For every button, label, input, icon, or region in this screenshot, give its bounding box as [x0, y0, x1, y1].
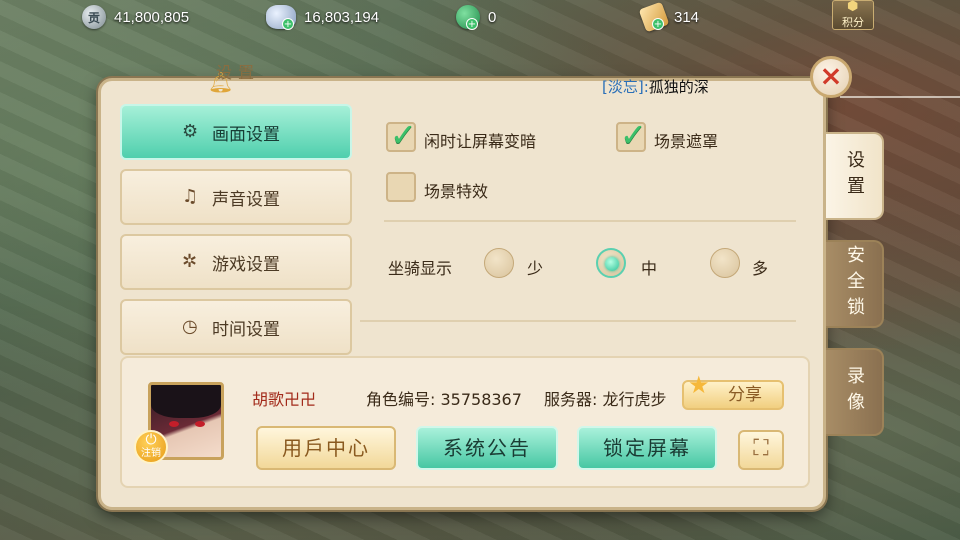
share-button[interactable]: ★ 分享	[682, 372, 784, 410]
tab-settings[interactable]: 设置	[826, 132, 884, 220]
server-name: 服务器: 龙行虎步	[544, 390, 667, 409]
ticket-value: 314	[674, 8, 700, 26]
announcement-button[interactable]: 系统公告	[416, 426, 558, 470]
menu-item-game-settings[interactable]: ✲ 游戏设置	[120, 234, 352, 290]
chat-text: 孤独的深	[648, 78, 709, 96]
clock-icon: ◷	[182, 316, 198, 337]
star-icon: ★	[688, 371, 710, 399]
close-button[interactable]: ×	[810, 56, 852, 98]
copper-coin-resource[interactable]: 贡 41,800,805	[82, 4, 189, 30]
scan-button[interactable]: ⛶	[738, 430, 784, 470]
dim-when-idle-checkbox[interactable]: ✓	[386, 116, 417, 154]
jade-value: 0	[488, 8, 497, 26]
menu-item-label: 声音设置	[212, 189, 280, 210]
mount-display-many-radio[interactable]	[710, 248, 740, 278]
scene-occlusion-label: 场景遮罩	[654, 132, 719, 151]
logout-button[interactable]: ⏻ 注销	[134, 430, 168, 464]
mount-display-medium-radio[interactable]	[596, 248, 626, 278]
checkmark-icon: ✓	[620, 116, 647, 154]
tab-security-lock[interactable]: 安全锁	[826, 240, 884, 328]
menu-item-label: 画面设置	[212, 124, 280, 145]
chat-message: [淡忘]:孤独的深	[602, 76, 709, 97]
mount-display-few-label: 少	[527, 259, 544, 278]
resource-bar: 贡 41,800,805 + 16,803,194 + 0 + 314 积分	[0, 0, 960, 34]
copper-coin-value: 41,800,805	[114, 8, 190, 26]
user-center-button[interactable]: 用戶中心	[256, 426, 396, 470]
jade-resource[interactable]: + 0	[456, 4, 496, 30]
decorative-line	[840, 96, 960, 98]
checkmark-icon: ✓	[390, 116, 417, 154]
scene-effects-label: 场景特效	[424, 182, 489, 201]
silver-resource[interactable]: + 16,803,194	[266, 4, 379, 30]
mount-display-medium-label: 中	[641, 259, 658, 278]
share-label: 分享	[728, 385, 762, 405]
menu-item-label: 游戏设置	[212, 254, 280, 275]
mount-display-label: 坐骑显示	[388, 259, 453, 278]
divider	[384, 220, 796, 222]
menu-item-sound-settings[interactable]: ♫ 声音设置	[120, 169, 352, 225]
role-id: 角色编号: 35758367	[366, 390, 522, 409]
player-name: 胡歌卍卍	[252, 390, 317, 409]
add-jade-icon[interactable]: +	[466, 18, 478, 30]
music-note-icon: ♫	[182, 186, 199, 207]
add-silver-icon[interactable]: +	[282, 18, 294, 30]
scan-icon: ⛶	[753, 436, 769, 461]
silver-value: 16,803,194	[304, 8, 380, 26]
avatar-hair	[151, 385, 221, 419]
menu-item-display-settings[interactable]: ⚙ 画面设置	[120, 104, 352, 160]
panel-title: 设置	[216, 63, 261, 82]
logout-label: 注销	[141, 448, 161, 459]
tab-replay[interactable]: 录像	[826, 348, 884, 436]
mount-display-few-radio[interactable]	[484, 248, 514, 278]
dim-when-idle-label: 闲时让屏幕变暗	[424, 132, 537, 151]
points-button[interactable]: 积分	[832, 0, 874, 30]
divider	[360, 320, 796, 322]
copper-coin-icon: 贡	[82, 5, 106, 29]
ticket-resource[interactable]: + 314	[638, 1, 700, 33]
mount-display-many-label: 多	[752, 259, 769, 278]
gear-icon: ✲	[182, 251, 198, 272]
chat-sender-tag: [淡忘]:	[602, 78, 649, 96]
add-ticket-icon[interactable]: +	[652, 18, 664, 30]
scene-occlusion-checkbox[interactable]: ✓	[616, 116, 647, 154]
lock-screen-button[interactable]: 锁定屏幕	[577, 426, 717, 470]
menu-item-label: 时间设置	[212, 319, 280, 340]
avatar-eyes	[169, 421, 205, 429]
close-icon: ×	[819, 59, 843, 92]
scene-effects-checkbox[interactable]	[386, 172, 416, 202]
screen-settings-icon: ⚙	[182, 121, 199, 142]
power-icon: ⏻	[145, 432, 157, 448]
menu-item-time-settings[interactable]: ◷ 时间设置	[120, 299, 352, 355]
